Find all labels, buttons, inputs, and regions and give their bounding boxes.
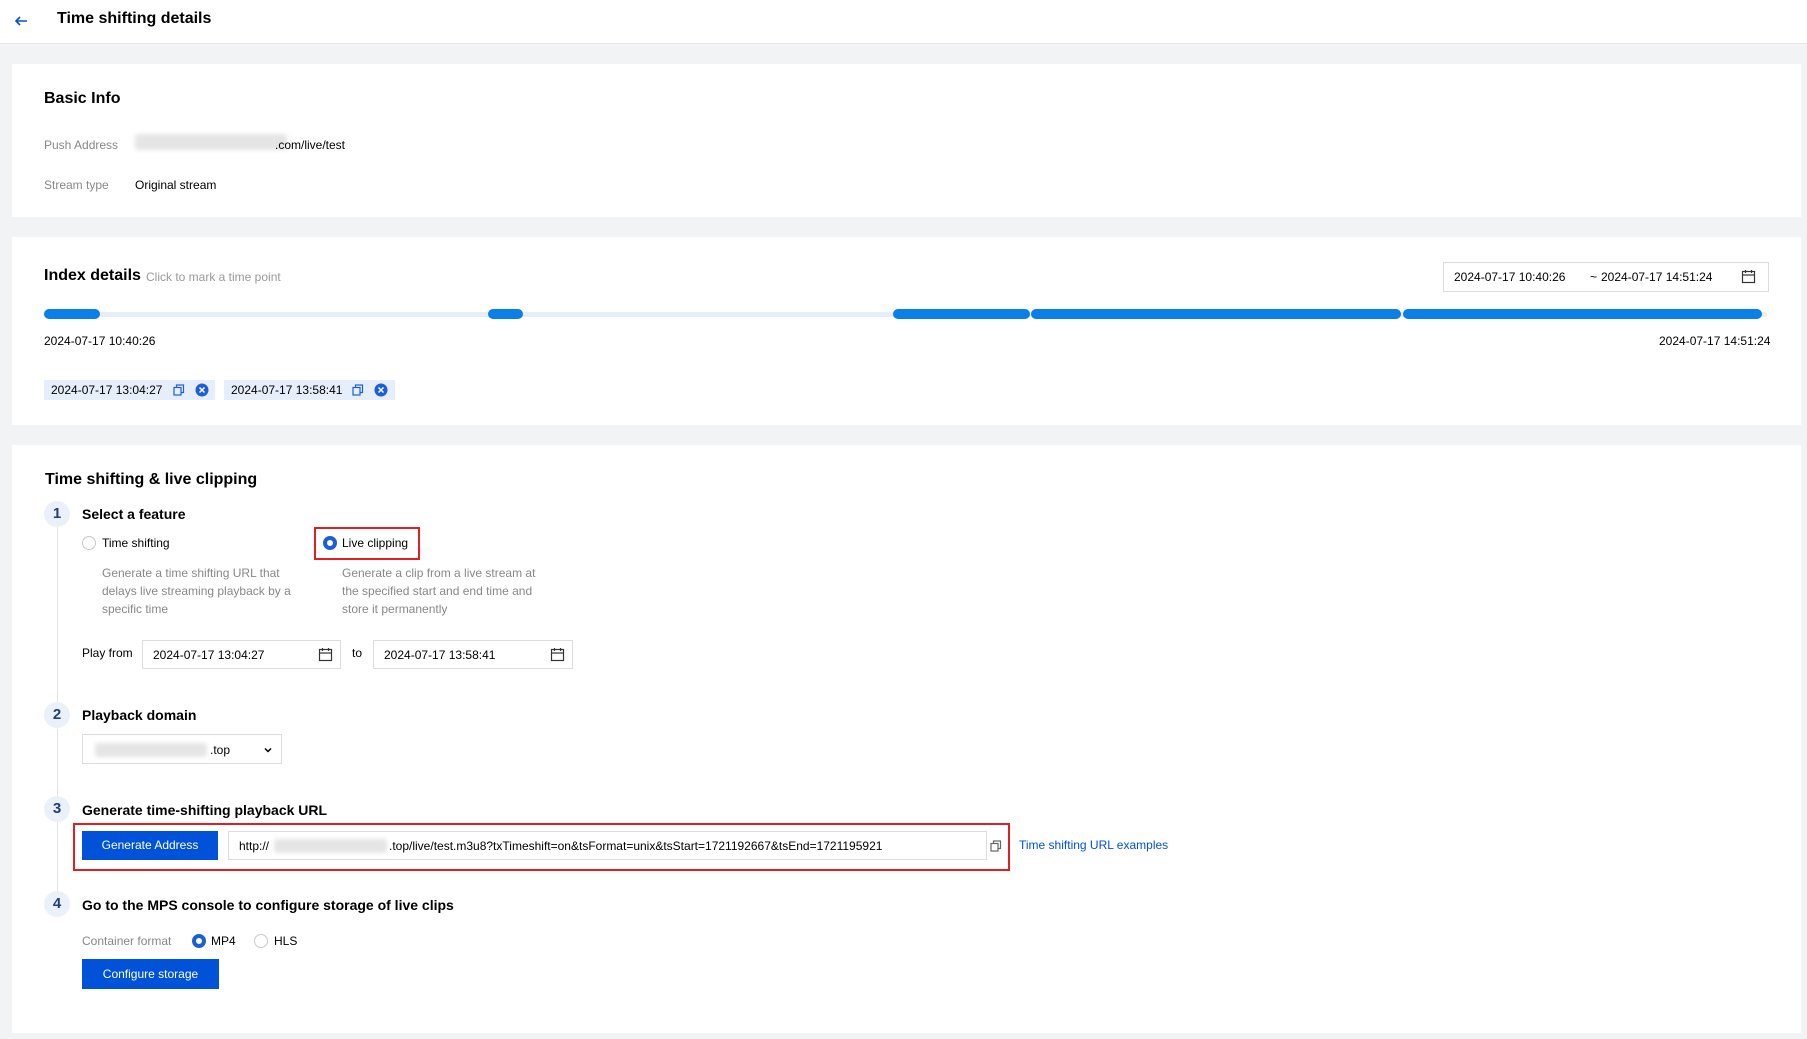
step-connector (57, 822, 58, 892)
push-address-redacted (135, 134, 287, 150)
index-details-hint: Click to mark a time point (146, 270, 281, 284)
container-format-label: Container format (82, 934, 172, 948)
calendar-icon[interactable] (1741, 269, 1756, 284)
back-arrow-icon[interactable] (12, 12, 30, 30)
copy-icon[interactable] (990, 840, 1002, 852)
radio-mp4[interactable] (192, 934, 206, 948)
generate-address-button[interactable]: Generate Address (82, 831, 218, 860)
domain-suffix: .top (210, 743, 231, 757)
timeline-segment[interactable] (488, 309, 523, 319)
calendar-icon[interactable] (550, 647, 565, 662)
radio-live-clipping[interactable] (323, 536, 337, 550)
live-clipping-desc: Generate a clip from a live stream at th… (342, 564, 535, 618)
push-address-value: .com/live/test (275, 138, 346, 152)
step-4-title: Go to the MPS console to configure stora… (82, 897, 454, 913)
time-shifting-title: Time shifting & live clipping (45, 471, 258, 488)
top-bar: Time shifting details (0, 0, 1807, 44)
desc-line: specific time (102, 602, 169, 616)
time-shifting-desc: Generate a time shifting URL that delays… (102, 564, 291, 618)
step-connector (57, 729, 58, 798)
time-mark-chip: 2024-07-17 13:58:41 (224, 380, 395, 400)
step-1-title: Select a feature (82, 506, 186, 522)
desc-line: delays live streaming playback by a (102, 584, 291, 598)
step-3-title: Generate time-shifting playback URL (82, 802, 328, 818)
timeline-start-label: 2024-07-17 10:40:26 (44, 334, 156, 348)
url-suffix: .top/live/test.m3u8?txTimeshift=on&tsFor… (389, 839, 883, 853)
step-2-badge: 2 (44, 702, 70, 728)
index-details-card: Index details Click to mark a time point… (12, 237, 1801, 425)
step-1-badge: 1 (44, 501, 70, 527)
radio-hls-label[interactable]: HLS (274, 934, 297, 948)
index-details-title: Index details (44, 267, 141, 284)
to-label: to (352, 646, 363, 660)
desc-line: Generate a clip from a live stream at (342, 566, 536, 580)
stream-type-label: Stream type (44, 178, 109, 192)
range-start: 2024-07-17 10:40:26 (1454, 270, 1566, 284)
time-shifting-card: Time shifting & live clipping 1 Select a… (12, 445, 1801, 1033)
start-time-input[interactable]: 2024-07-17 13:04:27 (142, 640, 341, 669)
step-connector (57, 527, 58, 705)
time-mark-value: 2024-07-17 13:04:27 (51, 383, 163, 397)
playback-domain-select[interactable]: .top (82, 734, 282, 764)
time-mark-chip: 2024-07-17 13:04:27 (44, 380, 215, 400)
close-icon[interactable] (195, 383, 209, 397)
radio-time-shifting[interactable] (82, 536, 96, 550)
end-time-value: 2024-07-17 13:58:41 (384, 648, 496, 662)
playback-url-field[interactable]: http:// .top/live/test.m3u8?txTimeshift=… (228, 831, 1002, 860)
end-time-input[interactable]: 2024-07-17 13:58:41 (373, 640, 573, 669)
radio-time-shifting-label[interactable]: Time shifting (102, 536, 170, 550)
step-2-title: Playback domain (82, 707, 197, 723)
push-address-label: Push Address (44, 138, 119, 152)
timeline-track[interactable] (44, 309, 1767, 319)
stream-type-value: Original stream (135, 178, 217, 192)
date-range-picker[interactable]: 2024-07-17 10:40:26 ~ 2024-07-17 14:51:2… (1443, 262, 1769, 292)
play-from-label: Play from (82, 646, 133, 660)
desc-line: store it permanently (342, 602, 448, 616)
range-separator: ~ (1590, 270, 1598, 284)
url-redacted (274, 839, 387, 853)
copy-icon[interactable] (352, 384, 364, 396)
page-title: Time shifting details (57, 10, 212, 27)
basic-info-card: Basic Info Push Address .com/live/test S… (12, 64, 1801, 217)
radio-hls[interactable] (254, 934, 268, 948)
calendar-icon[interactable] (318, 647, 333, 662)
domain-redacted (95, 743, 207, 757)
timeline-segment[interactable] (1031, 309, 1401, 319)
radio-live-clipping-label[interactable]: Live clipping (342, 536, 408, 550)
time-mark-value: 2024-07-17 13:58:41 (231, 383, 343, 397)
timeline-segment[interactable] (893, 309, 1030, 319)
start-time-value: 2024-07-17 13:04:27 (153, 648, 265, 662)
url-examples-link[interactable]: Time shifting URL examples (1019, 838, 1168, 852)
timeline-segment[interactable] (44, 309, 100, 319)
url-prefix: http:// (239, 839, 270, 853)
step-4-badge: 4 (44, 891, 70, 917)
configure-storage-button[interactable]: Configure storage (82, 959, 219, 989)
close-icon[interactable] (374, 383, 388, 397)
desc-line: the specified start and end time and (342, 584, 533, 598)
step-3-badge: 3 (44, 796, 70, 822)
timeline-end-label: 2024-07-17 14:51:24 (1659, 334, 1771, 348)
timeline-segment[interactable] (1403, 309, 1762, 319)
range-end: 2024-07-17 14:51:24 (1601, 270, 1713, 284)
basic-info-title: Basic Info (44, 90, 121, 107)
copy-icon[interactable] (173, 384, 185, 396)
chevron-down-icon (264, 747, 272, 753)
desc-line: Generate a time shifting URL that (102, 566, 280, 580)
radio-mp4-label[interactable]: MP4 (211, 934, 236, 948)
